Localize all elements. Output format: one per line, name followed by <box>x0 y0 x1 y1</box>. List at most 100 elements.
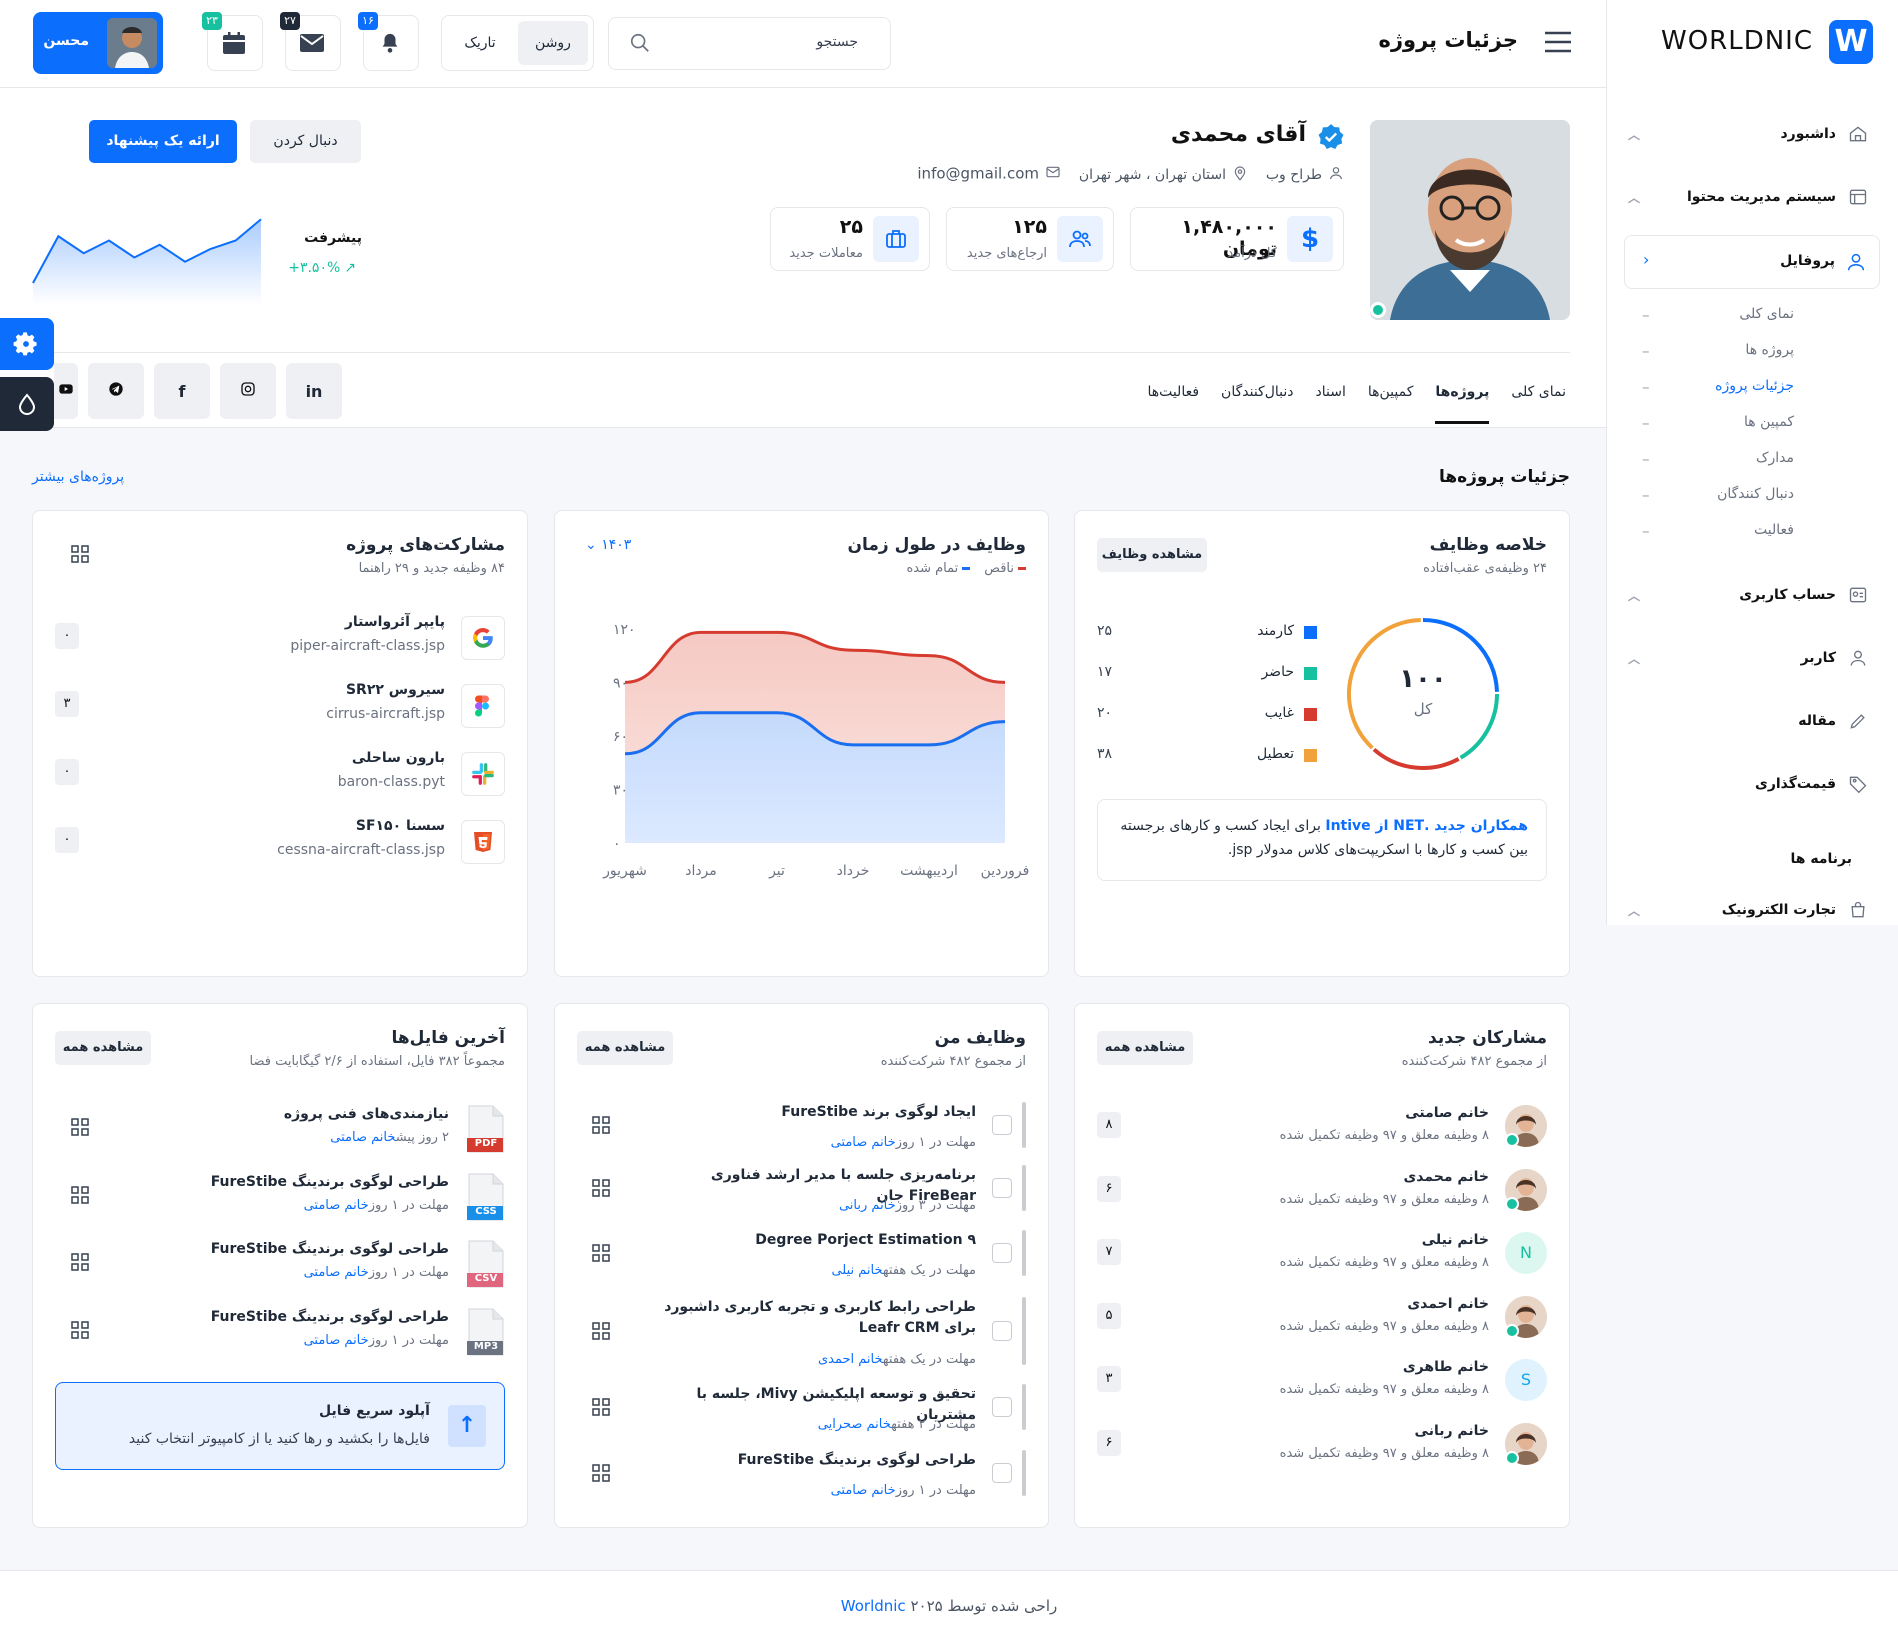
participant-item[interactable]: خانم صامتی ۸ وظیفه معلق و ۹۷ وظیفه تکمیل … <box>1097 1105 1547 1149</box>
search-input[interactable]: جستجو <box>608 17 891 70</box>
social-telegram-button[interactable] <box>88 363 144 419</box>
dash-icon: – <box>1642 306 1650 324</box>
social-f-button[interactable]: f <box>154 363 210 419</box>
task-person-link[interactable]: خانم ربانی <box>839 1198 896 1213</box>
file-item[interactable]: PDF نیازمندی‌های فنی پروژه ۲ روز پیشخانم ص… <box>55 1104 505 1154</box>
view-all-button[interactable]: مشاهده همه <box>577 1031 673 1065</box>
grid-icon[interactable] <box>71 545 89 563</box>
sidebar-item-ecommerce[interactable]: تجارت الکترونیک ︿ <box>1628 900 1868 924</box>
grid-icon[interactable] <box>592 1244 610 1262</box>
email-text: info@gmail.com <box>917 164 1039 183</box>
sidebar-subitem[interactable]: – پروژه ها <box>1642 342 1868 364</box>
sidebar-item-profile[interactable]: پروفایل ‹ <box>1624 235 1880 289</box>
profile-email[interactable]: info@gmail.com <box>917 164 1061 184</box>
social-youtube-button[interactable] <box>54 363 78 419</box>
chevron-up-icon: ︿ <box>1628 652 1641 666</box>
file-item[interactable]: CSS طراحی لوگوی برندینگ FureStibe مهلت در … <box>55 1172 505 1222</box>
y-tick-label: ۱۲۰ <box>613 622 636 638</box>
task-checkbox[interactable] <box>992 1397 1012 1417</box>
social-instagram-button[interactable] <box>220 363 276 419</box>
grid-icon[interactable] <box>71 1185 89 1204</box>
sidebar-subitem[interactable]: – فعالیت <box>1642 522 1868 544</box>
grid-icon[interactable] <box>71 1118 89 1136</box>
task-person-link[interactable]: خانم صامتی <box>831 1483 896 1498</box>
sidebar-item-pricing[interactable]: قیمت‌گذاری <box>1628 774 1868 798</box>
participant-item[interactable]: S خانم طاهری ۸ وظیفه معلق و ۹۷ وظیفه تکمیل… <box>1097 1359 1547 1403</box>
file-person-link[interactable]: خانم صامتی <box>304 1198 369 1213</box>
online-status-dot <box>1505 1450 1519 1465</box>
sidebar-item-account[interactable]: حساب کاربری ︿ <box>1628 585 1868 609</box>
grid-icon[interactable] <box>592 1116 610 1134</box>
grid-icon[interactable] <box>71 1253 89 1271</box>
social-in-button[interactable]: in <box>286 363 342 419</box>
participant-item[interactable]: N خانم نیلی ۸ وظیفه معلق و ۹۷ وظیفه تکمیل … <box>1097 1232 1547 1276</box>
view-tasks-button[interactable]: مشاهده وظایف <box>1097 538 1207 572</box>
bag-icon <box>1848 900 1868 924</box>
file-person-link[interactable]: خانم صامتی <box>304 1265 369 1280</box>
grid-icon[interactable] <box>592 1179 610 1197</box>
grid-icon[interactable] <box>592 1464 610 1482</box>
calendar-button[interactable]: ۲۳ <box>202 12 263 71</box>
tab-item[interactable]: اسناد <box>1316 380 1346 424</box>
participant-item[interactable]: خانم ربانی ۸ وظیفه معلق و ۹۷ وظیفه تکمیل … <box>1097 1422 1547 1467</box>
theme-dark-button[interactable]: تاریک <box>447 21 513 65</box>
task-checkbox[interactable] <box>992 1115 1012 1135</box>
brand-logo-icon[interactable]: W <box>1829 20 1873 64</box>
tab-item[interactable]: فعالیت‌ها <box>1147 380 1199 424</box>
task-person-link[interactable]: خانم احمدی <box>818 1352 883 1367</box>
task-accent-bar <box>1022 1450 1026 1496</box>
task-person-link[interactable]: خانم صامتی <box>831 1135 896 1150</box>
more-projects-link[interactable]: پروژه‌های بیشتر <box>32 469 124 485</box>
tab-item[interactable]: پروژه‌ها <box>1435 380 1490 424</box>
brand-name[interactable]: WORLDNIC <box>1661 26 1813 56</box>
menu-toggle-icon[interactable] <box>1543 30 1573 54</box>
grid-icon[interactable] <box>592 1322 610 1340</box>
mail-button[interactable]: ۲۷ <box>280 12 341 71</box>
sidebar-subitem[interactable]: – نمای کلی <box>1642 306 1868 328</box>
tab-item[interactable]: کمپین‌ها <box>1368 380 1414 424</box>
notification-button[interactable]: ۱۶ <box>358 12 419 71</box>
view-all-button[interactable]: مشاهده همه <box>55 1031 151 1065</box>
theme-light-button[interactable]: روشن <box>518 21 588 65</box>
follow-button[interactable]: دنبال کردن <box>250 120 361 163</box>
view-all-button[interactable]: مشاهده همه <box>1097 1031 1193 1065</box>
tab-item[interactable]: دنبال‌کنندگان <box>1221 380 1293 424</box>
participant-item[interactable]: خانم احمدی ۸ وظیفه معلق و ۹۷ وظیفه تکمیل … <box>1097 1295 1547 1340</box>
sidebar-item-user[interactable]: کاربر ︿ <box>1628 648 1868 672</box>
contribution-item[interactable]: سسنا SF۱۵۰ cessna-aircraft-class.jsp ۰ <box>55 818 505 866</box>
participant-item[interactable]: خانم محمدی ۸ وظیفه معلق و ۹۷ وظیفه تکمیل … <box>1097 1168 1547 1213</box>
footer-brand-link[interactable]: Worldnic <box>841 1597 906 1615</box>
tab-item[interactable]: نمای کلی <box>1511 380 1566 424</box>
file-item[interactable]: CSV طراحی لوگوی برندینگ FureStibe مهلت در … <box>55 1239 505 1289</box>
sidebar-item-cms[interactable]: سیستم مدیریت محتوا ︿ <box>1628 187 1868 211</box>
chart-year-select[interactable]: ۱۴۰۳ ⌄ <box>585 537 631 553</box>
quick-upload-box[interactable]: ↑ آپلود سریع فایل فایل‌ها را بکشید و رها… <box>55 1382 505 1470</box>
sidebar-subitem[interactable]: – مدارک <box>1642 450 1868 472</box>
task-checkbox[interactable] <box>992 1178 1012 1198</box>
settings-float-button[interactable] <box>0 318 54 370</box>
task-person-link[interactable]: خانم نیلی <box>831 1263 882 1278</box>
contribution-item[interactable]: بارون ساحلی baron-class.pyt ۰ <box>55 750 505 798</box>
sidebar-subitem[interactable]: – جزئیات پروژه <box>1642 378 1868 400</box>
file-item[interactable]: MP3 طراحی لوگوی برندینگ FureStibe مهلت در … <box>55 1307 505 1357</box>
task-checkbox[interactable] <box>992 1243 1012 1263</box>
contribution-item[interactable]: سیروس SR۲۲ cirrus-aircraft.jsp ۳ <box>55 682 505 730</box>
donut-total-value: ۱۰۰ <box>1399 664 1447 694</box>
sidebar-item-article[interactable]: مقاله <box>1628 711 1868 735</box>
offer-button[interactable]: ارائه یک پیشنهاد <box>89 120 237 163</box>
grid-icon[interactable] <box>71 1320 89 1339</box>
upload-icon: ↑ <box>448 1405 486 1447</box>
sidebar-subitem[interactable]: – دنبال کنندگان <box>1642 486 1868 508</box>
file-person-link[interactable]: خانم صامتی <box>330 1130 395 1145</box>
sidebar-subitem[interactable]: – کمپین ها <box>1642 414 1868 436</box>
task-checkbox[interactable] <box>992 1321 1012 1341</box>
note-link[interactable]: همکاران جدید .NET از Intive <box>1325 818 1528 834</box>
user-menu-button[interactable]: محسن <box>33 12 163 74</box>
grid-icon[interactable] <box>592 1398 610 1416</box>
file-person-link[interactable]: خانم صامتی <box>304 1333 369 1348</box>
sidebar-item-dashboard[interactable]: داشبورد ︿ <box>1628 124 1868 148</box>
task-person-link[interactable]: خانم صحرایی <box>818 1417 891 1432</box>
task-checkbox[interactable] <box>992 1463 1012 1483</box>
contribution-item[interactable]: پایپر آئرواستار piper-aircraft-class.jsp ۰ <box>55 614 505 662</box>
theme-float-button[interactable] <box>0 377 54 431</box>
